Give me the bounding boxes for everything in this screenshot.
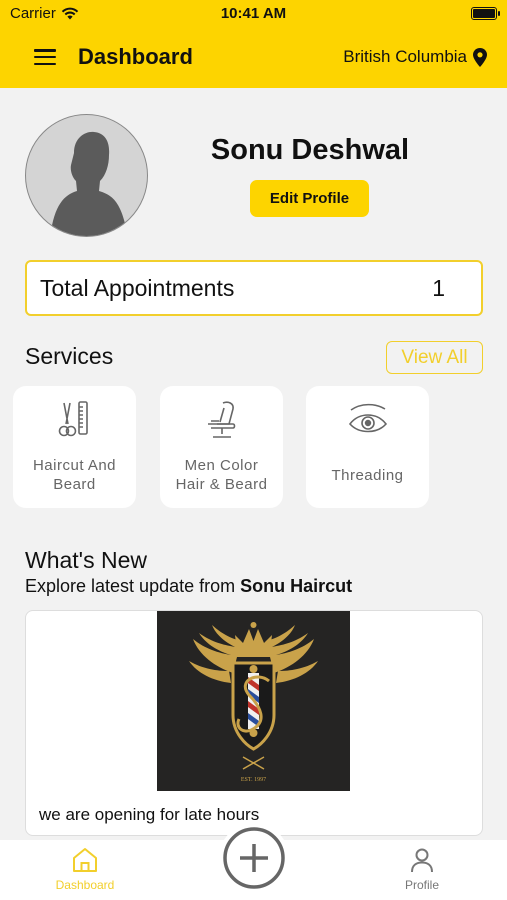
edit-profile-button[interactable]: Edit Profile [250, 180, 369, 217]
home-icon [73, 848, 97, 872]
service-card-threading[interactable]: Threading [306, 386, 429, 508]
news-post-image: EST. 1997 [157, 611, 350, 791]
subtitle-brand: Sonu Haircut [240, 576, 353, 596]
nav-dashboard-label: Dashboard [55, 878, 115, 892]
barber-logo-icon: EST. 1997 [189, 622, 318, 783]
status-bar: Carrier 10:41 AM [0, 0, 507, 26]
page-title: Dashboard [78, 44, 193, 69]
service-label-line: Beard [53, 476, 96, 493]
service-label-line: Men Color [184, 457, 259, 474]
total-appointments-card[interactable]: Total Appointments 1 [25, 260, 483, 316]
services-title: Services [25, 343, 114, 369]
subtitle-prefix: Explore latest update from [25, 576, 241, 596]
app-header: Dashboard British Columbia [0, 26, 507, 88]
plus-circle-icon [223, 827, 285, 889]
appointments-label: Total Appointments [40, 274, 235, 301]
wifi-icon [61, 7, 79, 19]
barber-chair-icon [202, 398, 242, 442]
battery-icon [471, 6, 500, 20]
logo-est-text: EST. 1997 [241, 777, 266, 783]
location-selector[interactable]: British Columbia [343, 47, 487, 67]
service-card-haircut-beard[interactable]: Haircut And Beard [13, 386, 136, 508]
news-post-card[interactable]: EST. 1997 we are opening for late hours [25, 610, 483, 836]
view-all-button[interactable]: View All [386, 341, 483, 374]
add-button[interactable] [219, 823, 289, 893]
eye-brow-icon [347, 398, 389, 442]
whats-new-title: What's New [25, 547, 147, 573]
whats-new-subtitle: Explore latest update from Sonu Haircut [25, 576, 352, 597]
service-label: Haircut And Beard [33, 456, 116, 494]
avatar[interactable] [25, 114, 148, 237]
status-left: Carrier [10, 5, 79, 22]
user-icon [411, 848, 433, 873]
service-card-men-color[interactable]: Men Color Hair & Beard [160, 386, 283, 508]
service-label: Men Color Hair & Beard [176, 456, 268, 494]
service-label-line: Hair & Beard [175, 476, 268, 493]
hamburger-menu-icon[interactable] [34, 49, 56, 65]
nav-dashboard[interactable]: Dashboard [25, 846, 145, 892]
carrier-label: Carrier [10, 4, 56, 22]
appointments-count: 1 [432, 274, 445, 301]
location-pin-icon [473, 47, 487, 67]
nav-profile[interactable]: Profile [362, 846, 482, 892]
service-label: Threading [331, 467, 404, 484]
profile-section: Sonu Deshwal Edit Profile [25, 112, 485, 237]
avatar-silhouette-icon [50, 131, 128, 236]
nav-profile-label: Profile [404, 878, 439, 892]
location-label: British Columbia [343, 47, 467, 66]
service-label-line: Haircut And [32, 457, 117, 474]
news-post-caption: we are opening for late hours [39, 805, 260, 824]
user-name: Sonu Deshwal [210, 134, 410, 166]
scissors-comb-icon [57, 398, 93, 442]
